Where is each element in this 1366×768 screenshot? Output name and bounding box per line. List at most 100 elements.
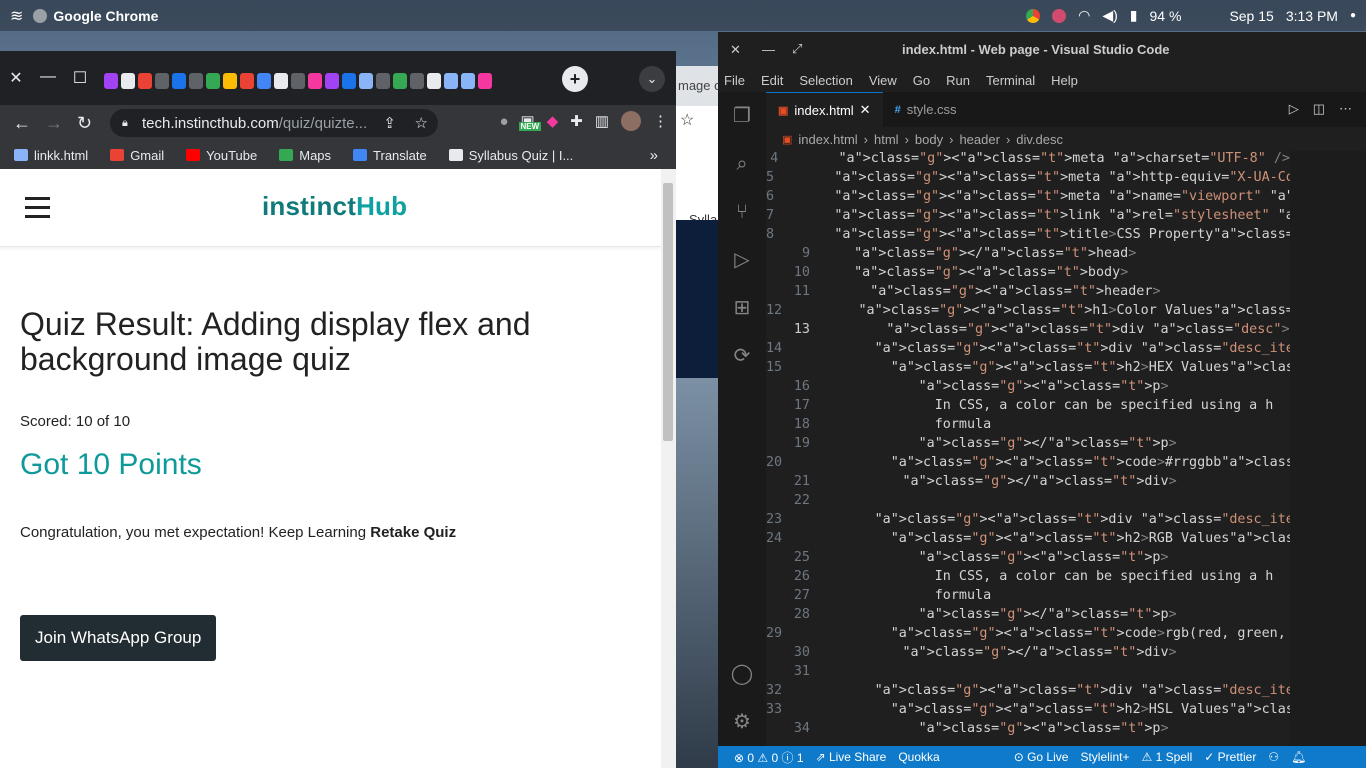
code-editor[interactable]: 4 "a">class="g"><"a">class="t">meta "a">… (766, 151, 1290, 746)
extension-icon[interactable]: ● (499, 113, 508, 130)
breadcrumb-item[interactable]: div.desc (1016, 132, 1063, 147)
code-line[interactable]: 8 "a">class="g"><"a">class="t">title>CSS… (766, 227, 1290, 246)
menu-go[interactable]: Go (913, 73, 930, 88)
code-line[interactable]: 16 "a">class="g"><"a">class="t">p> (766, 379, 1290, 398)
tab[interactable] (172, 73, 186, 89)
bookmark-item[interactable]: Maps (279, 148, 331, 163)
code-line[interactable]: 20 "a">class="g"><"a">class="t">code>#rr… (766, 455, 1290, 474)
code-line[interactable]: 28 "a">class="g"></"a">class="t">p> (766, 607, 1290, 626)
system-time[interactable]: 3:13 PM (1286, 8, 1338, 24)
vscode-restore-icon[interactable]: ⤢ (792, 41, 802, 57)
menu-view[interactable]: View (869, 73, 897, 88)
tab[interactable] (274, 73, 288, 89)
breadcrumb-item[interactable]: index.html (798, 132, 857, 147)
active-app-indicator[interactable]: Google Chrome (33, 8, 158, 24)
bookmark-star-icon[interactable]: ☆ (415, 114, 428, 132)
menu-terminal[interactable]: Terminal (986, 73, 1035, 88)
forward-icon[interactable]: → (45, 113, 63, 134)
code-line[interactable]: 32 "a">class="g"><"a">class="t">div "a">… (766, 683, 1290, 702)
run-debug-icon[interactable]: ▷ (730, 248, 754, 272)
code-line[interactable]: 9 "a">class="g"></"a">class="t">head> (766, 246, 1290, 265)
tab[interactable] (291, 73, 305, 89)
tab[interactable] (376, 73, 390, 89)
more-actions-icon[interactable]: ⋯ (1339, 101, 1352, 117)
code-line[interactable]: 25 "a">class="g"><"a">class="t">p> (766, 550, 1290, 569)
maximize-window-icon[interactable]: ☐ (64, 68, 96, 88)
tab[interactable] (223, 73, 237, 89)
vscode-close-icon[interactable]: ✕ (730, 42, 741, 58)
more-bookmarks-icon[interactable]: » (650, 147, 658, 164)
tab[interactable] (138, 73, 152, 89)
bookmark-item[interactable]: Syllabus Quiz | I... (448, 148, 573, 163)
code-line[interactable]: 30 "a">class="g"></"a">class="t">div> (766, 645, 1290, 664)
stylelint-status[interactable]: Stylelint+ (1080, 750, 1129, 764)
tab[interactable] (393, 73, 407, 89)
tab[interactable] (342, 73, 356, 89)
tab[interactable] (410, 73, 424, 89)
problems-status[interactable]: ⊗ 0 ⚠ 0 ⓘ 1 (734, 749, 804, 766)
tab[interactable] (478, 73, 492, 89)
code-line[interactable]: 11 "a">class="g"><"a">class="t">header> (766, 284, 1290, 303)
code-line[interactable]: 17 In CSS, a color can be specified usin… (766, 398, 1290, 417)
code-line[interactable]: 22 (766, 493, 1290, 512)
search-icon[interactable]: ⌕ (730, 152, 754, 176)
chrome-menu-icon[interactable]: ⋮ (653, 112, 668, 130)
code-line[interactable]: 34 "a">class="g"><"a">class="t">p> (766, 721, 1290, 740)
tab-search-button[interactable]: ⌄ (639, 66, 665, 92)
code-line[interactable]: 19 "a">class="g"></"a">class="t">p> (766, 436, 1290, 455)
vscode-minimize-icon[interactable]: — (762, 42, 775, 57)
close-window-icon[interactable]: ✕ (0, 68, 32, 88)
code-line[interactable]: 14 "a">class="g"><"a">class="t">div "a">… (766, 341, 1290, 360)
code-line[interactable]: 26 In CSS, a color can be specified usin… (766, 569, 1290, 588)
spell-status[interactable]: ⚠ 1 Spell (1141, 750, 1192, 764)
quokka-status[interactable]: Quokka (898, 750, 939, 764)
chrome-tray-icon[interactable] (1026, 8, 1041, 23)
remote-explorer-icon[interactable]: ⟳ (730, 344, 754, 368)
extension-new-icon[interactable]: ▣NEW (518, 112, 542, 131)
menu-file[interactable]: File (724, 73, 745, 88)
code-line[interactable]: 21 "a">class="g"></"a">class="t">div> (766, 474, 1290, 493)
retake-quiz-link[interactable]: Retake Quiz (370, 524, 456, 541)
power-menu-icon[interactable]: ● (1350, 10, 1356, 21)
breadcrumb-item[interactable]: html (874, 132, 899, 147)
code-line[interactable]: 18 formula (766, 417, 1290, 436)
color-extension-icon[interactable]: ◆ (547, 112, 559, 130)
tab[interactable] (359, 73, 373, 89)
battery-icon[interactable]: ▮ (1130, 7, 1138, 24)
go-live-status[interactable]: ⊙ Go Live (1014, 750, 1069, 764)
minimize-window-icon[interactable]: — (32, 68, 64, 88)
notifications-bell-icon[interactable]: 🔔︎ (1291, 750, 1306, 764)
run-icon[interactable]: ▷ (1289, 101, 1299, 117)
code-line[interactable]: 5 "a">class="g"><"a">class="t">meta "a">… (766, 170, 1290, 189)
explorer-icon[interactable]: ❐ (730, 104, 754, 128)
tab[interactable] (121, 73, 135, 89)
code-line[interactable]: 29 "a">class="g"><"a">class="t">code>rgb… (766, 626, 1290, 645)
bookmark-item[interactable]: Translate (353, 148, 427, 163)
code-line[interactable]: 6 "a">class="g"><"a">class="t">meta "a">… (766, 189, 1290, 208)
breadcrumb-item[interactable]: header (959, 132, 999, 147)
feedback-icon[interactable]: ⚇ (1268, 750, 1279, 764)
code-line[interactable]: 23 "a">class="g"><"a">class="t">div "a">… (766, 512, 1290, 531)
code-line[interactable]: 31 (766, 664, 1290, 683)
minimap[interactable] (1290, 151, 1366, 746)
tab[interactable] (444, 73, 458, 89)
share-icon[interactable]: ⇪ (383, 114, 396, 132)
prettier-status[interactable]: ✓ Prettier (1204, 750, 1256, 764)
app-tray-icon[interactable] (1052, 8, 1067, 23)
bookmark-item[interactable]: Gmail (110, 148, 164, 163)
code-line[interactable]: 24 "a">class="g"><"a">class="t">h2>RGB V… (766, 531, 1290, 550)
source-control-icon[interactable]: ⑂ (730, 200, 754, 224)
site-logo[interactable]: instinctHub (262, 191, 407, 222)
code-line[interactable]: 27 formula (766, 588, 1290, 607)
code-line[interactable]: 12 "a">class="g"><"a">class="t">h1>Color… (766, 303, 1290, 322)
tab[interactable] (206, 73, 220, 89)
accounts-icon[interactable]: ◯ (730, 662, 754, 686)
volume-icon[interactable]: ◀) (1102, 7, 1117, 24)
back-icon[interactable]: ← (13, 113, 31, 134)
extensions-icon[interactable]: ⊞ (730, 296, 754, 320)
tab[interactable] (257, 73, 271, 89)
menu-run[interactable]: Run (946, 73, 970, 88)
activities-icon[interactable]: ≋ (10, 6, 23, 26)
tab-close-icon[interactable]: ✕ (860, 102, 871, 118)
menu-edit[interactable]: Edit (761, 73, 783, 88)
